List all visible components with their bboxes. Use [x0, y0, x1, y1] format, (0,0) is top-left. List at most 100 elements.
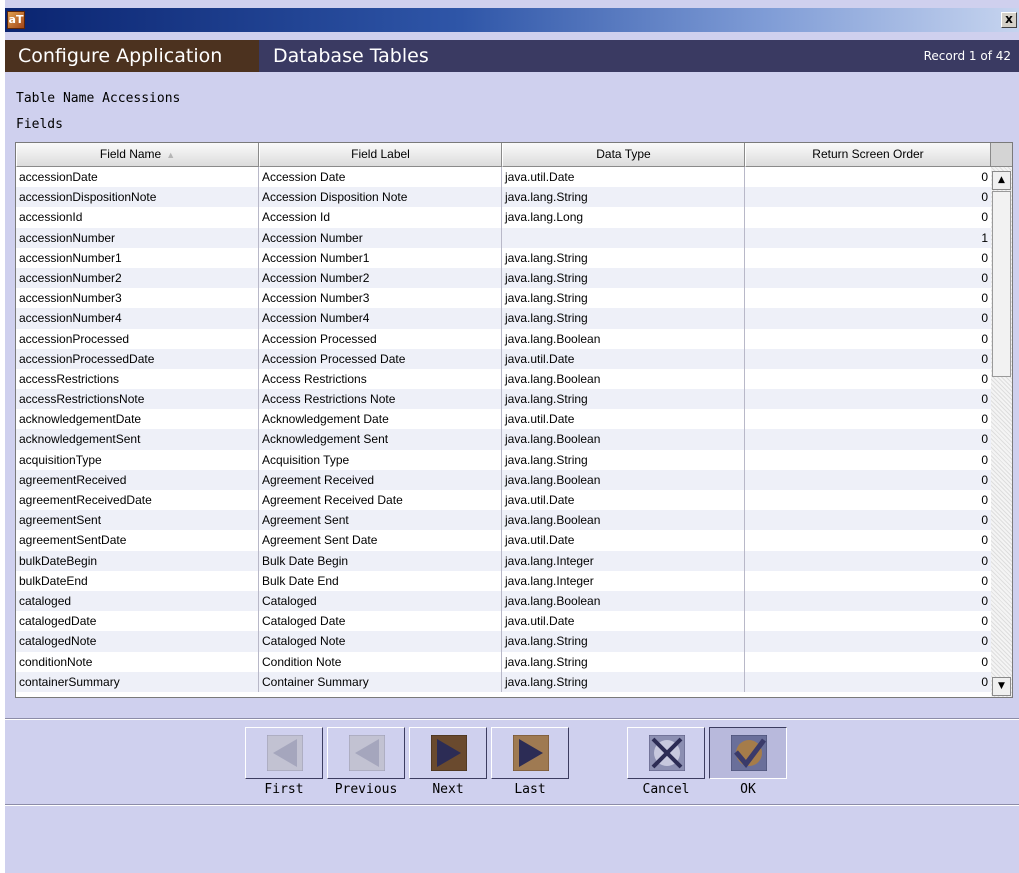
data-type-cell: java.lang.String: [502, 449, 745, 470]
field-name-cell: acknowledgementDate: [16, 409, 259, 430]
previous-label: Previous: [334, 782, 398, 797]
next-label: Next: [432, 782, 464, 797]
data-type-cell: java.lang.Boolean: [502, 469, 745, 490]
field-label-cell: Bulk Date Begin: [259, 550, 502, 571]
data-type-cell: [502, 227, 745, 248]
table-row[interactable]: agreementSent Agreement Sent java.lang.Boo…: [16, 510, 991, 531]
cancel-button[interactable]: [627, 727, 705, 779]
table-row[interactable]: agreementReceivedDate Agreement Received …: [16, 490, 991, 511]
return-order-cell: 0: [981, 311, 988, 326]
field-label-cell: Cataloged Note: [259, 631, 502, 652]
column-header-label: Field Name: [99, 147, 162, 161]
field-label-cell: Accession Number2: [259, 267, 502, 289]
next-arrow-icon: [431, 735, 467, 771]
field-name-cell: cataloged: [16, 590, 259, 612]
field-label-cell: Acknowledgement Sent: [259, 429, 502, 450]
data-type-cell: java.lang.String: [502, 651, 745, 672]
table-row[interactable]: accessionProcessed Accession Processed jav…: [16, 328, 991, 349]
table-row[interactable]: catalogedNote Cataloged Note java.lang.Str…: [16, 631, 991, 652]
table-row[interactable]: conditionNote Condition Note java.lang.Str…: [16, 651, 991, 672]
field-name-cell: accessionDispositionNote: [16, 187, 259, 208]
field-label-cell: Acquisition Type: [259, 449, 502, 470]
field-name-cell: accessRestrictions: [16, 368, 259, 390]
table-row[interactable]: accessionNumber2 Accession Number2 java.la…: [16, 267, 991, 289]
table-row[interactable]: accessionNumber Accession Number 1: [16, 227, 991, 248]
vertical-scrollbar[interactable]: ▲ ▼: [991, 167, 1012, 697]
field-name-cell: bulkDateEnd: [16, 570, 259, 591]
title-bar[interactable]: aT x: [5, 8, 1019, 32]
previous-button[interactable]: [327, 727, 405, 779]
data-type-cell: java.lang.String: [502, 187, 745, 208]
header-corner: [991, 143, 1012, 167]
data-type-cell: java.lang.Boolean: [502, 429, 745, 450]
field-label-cell: Access Restrictions: [259, 368, 502, 390]
last-arrow-icon: [513, 735, 549, 771]
field-name-cell: agreementReceived: [16, 469, 259, 490]
return-order-cell: 0: [981, 513, 988, 528]
field-label-cell: Agreement Sent: [259, 510, 502, 531]
close-button[interactable]: x: [1001, 12, 1017, 28]
sort-ascending-icon: ▲: [166, 150, 176, 160]
table-name-label: Table Name Accessions: [16, 91, 181, 106]
table-row[interactable]: containerSummary Container Summary java.la…: [16, 671, 991, 692]
field-name-cell: bulkDateBegin: [16, 550, 259, 571]
table-row[interactable]: accessionProcessedDate Accession Processe…: [16, 348, 991, 369]
field-name-cell: accessionProcessedDate: [16, 348, 259, 369]
table-row[interactable]: acknowledgementDate Acknowledgement Date j…: [16, 409, 991, 430]
data-type-cell: java.lang.Boolean: [502, 590, 745, 612]
scroll-up-icon[interactable]: ▲: [992, 171, 1011, 190]
section-title: Database Tables: [273, 45, 429, 67]
return-order-cell: 0: [981, 190, 988, 205]
last-button[interactable]: [491, 727, 569, 779]
data-type-cell: java.lang.String: [502, 631, 745, 652]
column-header-data-type[interactable]: Data Type: [502, 143, 745, 167]
ok-button[interactable]: [709, 727, 787, 779]
app-title: Configure Application: [5, 40, 259, 72]
table-row[interactable]: catalogedDate Cataloged Date java.util.Dat…: [16, 611, 991, 632]
return-order-cell: 0: [981, 291, 988, 306]
table-row[interactable]: accessionNumber3 Accession Number3 java.la…: [16, 288, 991, 309]
field-name-cell: accessRestrictionsNote: [16, 389, 259, 410]
field-name-cell: accessionNumber1: [16, 247, 259, 268]
field-name-cell: accessionDate: [16, 167, 259, 188]
data-type-cell: java.lang.String: [502, 267, 745, 289]
field-label-cell: Agreement Received: [259, 469, 502, 490]
table-row[interactable]: accessionId Accession Id java.lang.Long 0: [16, 207, 991, 228]
cancel-x-icon: [649, 735, 685, 771]
fields-table: Field Name ▲ Field Label Data Type Return…: [15, 142, 1013, 698]
table-row[interactable]: accessionNumber4 Accession Number4 java.la…: [16, 308, 991, 329]
return-order-cell: 0: [981, 654, 988, 669]
return-order-cell: 0: [981, 472, 988, 487]
first-label: First: [264, 782, 304, 797]
column-header-field-name[interactable]: Field Name ▲: [16, 143, 259, 167]
next-button[interactable]: [409, 727, 487, 779]
divider: [5, 718, 1019, 720]
table-row[interactable]: bulkDateBegin Bulk Date Begin java.lang.In…: [16, 550, 991, 571]
scroll-down-icon[interactable]: ▼: [992, 677, 1011, 696]
record-status: Record 1 of 42: [923, 49, 1011, 63]
column-header-return-screen-order[interactable]: Return Screen Order: [745, 143, 991, 167]
table-row[interactable]: cataloged Cataloged java.lang.Boolean 0: [16, 590, 991, 612]
table-row[interactable]: bulkDateEnd Bulk Date End java.lang.Intege…: [16, 570, 991, 591]
table-row[interactable]: agreementSentDate Agreement Sent Date java…: [16, 530, 991, 551]
table-row[interactable]: agreementReceived Agreement Received java.…: [16, 469, 991, 490]
scrollbar-thumb[interactable]: [992, 191, 1011, 377]
table-row[interactable]: acquisitionType Acquisition Type java.lang…: [16, 449, 991, 470]
table-row[interactable]: accessionDate Accession Date java.util.Dat…: [16, 167, 991, 188]
column-header-field-label[interactable]: Field Label: [259, 143, 502, 167]
table-row[interactable]: accessionDispositionNote Accession Dispos…: [16, 187, 991, 208]
return-order-cell: 0: [981, 493, 988, 507]
field-label-cell: Accession Number4: [259, 308, 502, 329]
field-name-cell: agreementSentDate: [16, 530, 259, 551]
field-name-cell: accessionId: [16, 207, 259, 228]
table-row[interactable]: acknowledgementSent Acknowledgement Sent j…: [16, 429, 991, 450]
field-label-cell: Accession Date: [259, 167, 502, 188]
return-order-cell: 0: [981, 553, 988, 568]
table-row[interactable]: accessRestrictionsNote Access Restriction…: [16, 389, 991, 410]
table-row[interactable]: accessionNumber1 Accession Number1 java.la…: [16, 247, 991, 268]
table-row[interactable]: accessRestrictions Access Restrictions jav…: [16, 368, 991, 390]
first-arrow-icon: [267, 735, 303, 771]
return-order-cell: 0: [981, 351, 988, 366]
checkmark-icon: [731, 735, 767, 771]
first-button[interactable]: [245, 727, 323, 779]
